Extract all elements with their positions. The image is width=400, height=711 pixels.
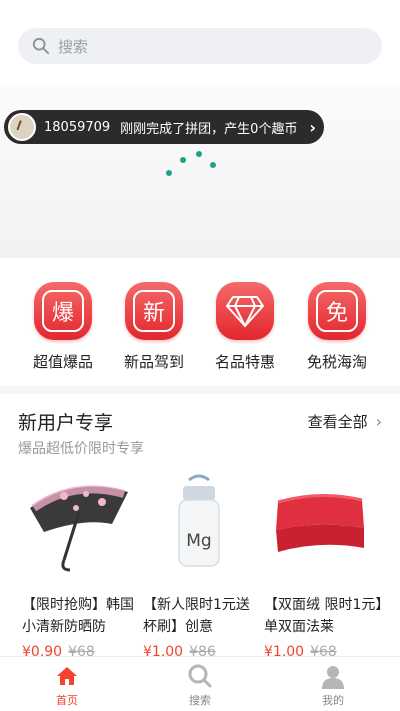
blanket-image <box>264 470 376 578</box>
user-icon <box>293 663 373 689</box>
category-label: 新品驾到 <box>123 353 184 371</box>
new-arrivals-icon: 新 <box>125 282 183 340</box>
tab-search[interactable]: 搜索 <box>160 663 240 708</box>
section-subtitle: 爆品超低价限时专享 <box>18 441 144 457</box>
hot-deals-icon: 爆 <box>34 282 92 340</box>
search-icon <box>160 663 240 689</box>
category-grid: 爆 超值爆品 新 新品驾到 名品特惠 免 免税海淘 <box>0 282 400 374</box>
loading-spinner-icon <box>160 148 220 182</box>
category-label: 免税海淘 <box>306 353 367 371</box>
svg-text:Mg: Mg <box>186 531 211 551</box>
product-card[interactable]: Mg 【新人限时1元送杯刷】创意 ¥1.00 ¥86 <box>143 470 263 660</box>
water-bottle-image: Mg <box>143 470 255 578</box>
bottom-navigation: 首页 搜索 我的 <box>0 656 400 711</box>
tab-label: 我的 <box>322 694 344 707</box>
tab-home[interactable]: 首页 <box>27 663 107 708</box>
product-name: 【双面绒 限时1元】单双面法莱 <box>264 597 383 635</box>
diamond-icon <box>216 282 274 340</box>
section-title: 新用户专享 <box>18 412 114 434</box>
category-brand-specials[interactable]: 名品特惠 <box>205 282 285 372</box>
category-hot-deals[interactable]: 爆 超值爆品 <box>23 282 103 372</box>
umbrella-image <box>22 470 134 578</box>
avatar <box>8 113 36 141</box>
category-label: 超值爆品 <box>32 353 93 371</box>
section-divider <box>0 386 400 394</box>
duty-free-icon: 免 <box>308 282 366 340</box>
notification-message: 刚刚完成了拼团，产生0个趣币 <box>120 121 298 137</box>
tab-label: 搜索 <box>189 694 211 707</box>
see-all-link[interactable]: 查看全部 › <box>308 411 382 432</box>
product-carousel[interactable]: 【限时抢购】韩国小清新防晒防 ¥0.90 ¥68 Mg 【新人限时1元送杯刷】创意… <box>0 470 400 660</box>
see-all-label: 查看全部 <box>307 413 368 431</box>
home-icon <box>27 663 107 689</box>
notification-user-id: 18059709 <box>44 119 111 135</box>
chevron-right-icon: › <box>309 117 316 137</box>
product-card[interactable]: 【双面绒 限时1元】单双面法莱 ¥1.00 ¥68 <box>264 470 384 660</box>
product-name: 【新人限时1元送杯刷】创意 <box>143 597 250 635</box>
category-label: 名品特惠 <box>214 353 275 371</box>
product-card[interactable]: 【限时抢购】韩国小清新防晒防 ¥0.90 ¥68 <box>22 470 142 660</box>
search-bar[interactable]: 搜索 <box>18 28 382 64</box>
tab-label: 首页 <box>56 694 78 707</box>
category-duty-free[interactable]: 免 免税海淘 <box>297 282 377 372</box>
product-name: 【限时抢购】韩国小清新防晒防 <box>22 597 134 635</box>
chevron-right-icon: › <box>375 412 382 431</box>
group-buy-notification[interactable]: 18059709 刚刚完成了拼团，产生0个趣币 › <box>4 110 324 144</box>
tab-profile[interactable]: 我的 <box>293 663 373 708</box>
search-placeholder: 搜索 <box>58 37 89 56</box>
category-new-arrivals[interactable]: 新 新品驾到 <box>114 282 194 372</box>
search-icon <box>32 37 50 55</box>
app-screen: 搜索 18059709 刚刚完成了拼团，产生0个趣币 › 爆 超值爆品 新 新品… <box>0 0 400 711</box>
